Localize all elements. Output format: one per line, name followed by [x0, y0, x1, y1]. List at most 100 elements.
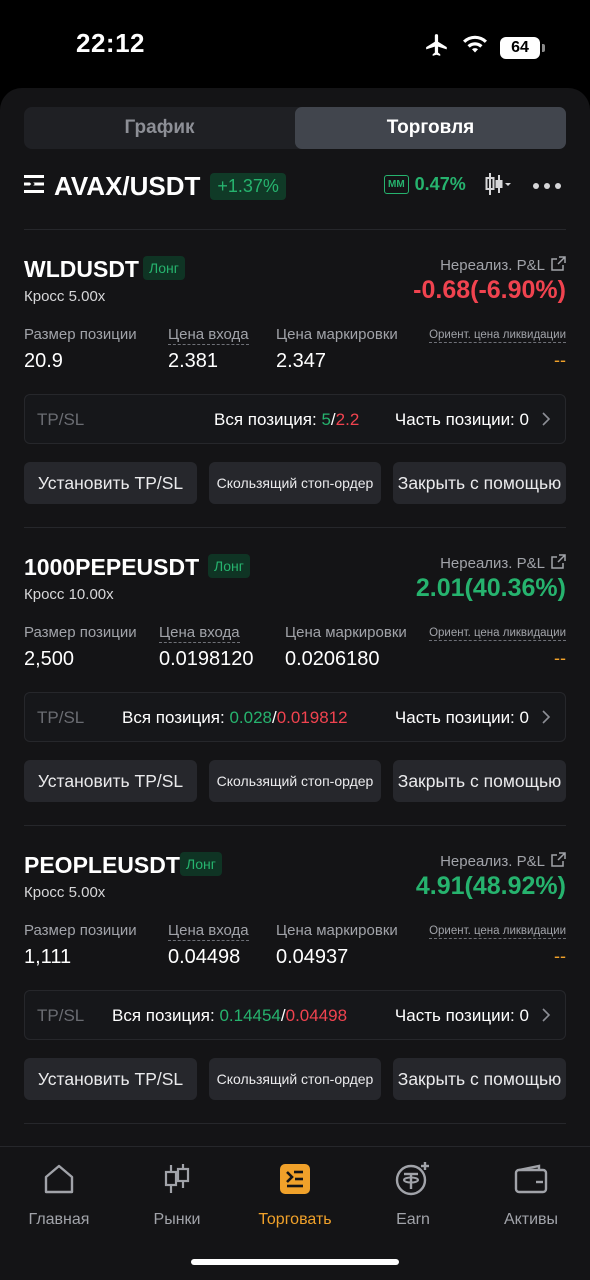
- status-bar: 22:12 64: [0, 0, 590, 88]
- tab-earn[interactable]: Earn: [354, 1157, 472, 1229]
- size-label: Размер позиции: [24, 624, 137, 641]
- tab-trade[interactable]: Торговать: [236, 1157, 354, 1229]
- pair-change-badge: +1.37%: [210, 172, 286, 200]
- position-card: 1000PEPEUSDT Лонг Кросс 10.00x Нереализ.…: [24, 528, 566, 808]
- tab-earn-label: Earn: [396, 1211, 430, 1228]
- status-icons: 64: [424, 32, 545, 63]
- tp-value: 0.028: [229, 708, 272, 727]
- tab-chart[interactable]: График: [24, 107, 295, 149]
- entry-value: 2.381: [168, 350, 219, 372]
- size-label: Размер позиции: [24, 922, 137, 939]
- tpsl-part-value: 0: [519, 1006, 529, 1025]
- mark-label: Цена маркировки: [285, 624, 407, 641]
- candlestick-icon[interactable]: [484, 171, 512, 202]
- more-icon[interactable]: [532, 177, 562, 195]
- tpsl-row[interactable]: TP/SL Вся позиция: 0.14454/0.04498 Часть…: [24, 990, 566, 1040]
- tpsl-part-label: Часть позиции:: [394, 410, 515, 429]
- unrealized-pnl: 4.91(48.92%): [415, 872, 566, 900]
- chevron-right-icon: [541, 1007, 551, 1028]
- menu-icon[interactable]: [24, 174, 46, 199]
- home-indicator[interactable]: [191, 1259, 399, 1265]
- pair-header: AVAX/USDT +1.37% MM 0.47%: [24, 170, 566, 202]
- tpsl-part-label: Часть позиции:: [394, 1006, 515, 1025]
- mm-indicator[interactable]: MM 0.47%: [384, 174, 466, 195]
- tab-assets[interactable]: Активы: [472, 1157, 590, 1229]
- status-time: 22:12: [76, 28, 145, 58]
- tpsl-part-value: 0: [519, 708, 529, 727]
- trade-icon: [236, 1157, 354, 1201]
- mark-value: 0.0206180: [285, 648, 380, 670]
- tp-value: 5: [321, 410, 331, 429]
- margin-mode: Кросс 5.00x: [24, 288, 106, 305]
- close-with-button[interactable]: Закрыть с помощью: [393, 462, 566, 504]
- size-value: 20.9: [24, 350, 63, 372]
- size-value: 2,500: [24, 648, 75, 670]
- tpsl-all: Вся позиция: 0.028/0.019812: [122, 708, 348, 727]
- tab-assets-label: Активы: [503, 1211, 559, 1228]
- tpsl-all-label: Вся позиция:: [214, 410, 317, 429]
- wifi-icon: [462, 34, 488, 61]
- airplane-icon: [424, 32, 450, 63]
- margin-mode: Кросс 10.00x: [24, 586, 114, 603]
- position-symbol[interactable]: WLDUSDT: [24, 256, 139, 283]
- tab-home[interactable]: Главная: [0, 1157, 118, 1229]
- mark-value: 2.347: [276, 350, 327, 372]
- pair-symbol[interactable]: AVAX/USDT: [54, 171, 200, 202]
- tab-home-label: Главная: [28, 1211, 90, 1228]
- position-card: WLDUSDT Лонг Кросс 5.00x Нереализ. P&L -…: [24, 230, 566, 510]
- tab-trade[interactable]: Торговля: [295, 107, 566, 149]
- tpsl-label: TP/SL: [37, 708, 85, 727]
- entry-label[interactable]: Цена входа: [168, 922, 249, 941]
- position-symbol[interactable]: PEOPLEUSDT: [24, 852, 180, 879]
- margin-mode: Кросс 5.00x: [24, 884, 106, 901]
- tpsl-all-label: Вся позиция:: [122, 708, 225, 727]
- trailing-stop-button[interactable]: Скользящий стоп-ордер: [209, 462, 381, 504]
- tpsl-label: TP/SL: [37, 410, 85, 429]
- tpsl-row[interactable]: TP/SL Вся позиция: 0.028/0.019812 Часть …: [24, 692, 566, 742]
- trailing-stop-button[interactable]: Скользящий стоп-ордер: [209, 1058, 381, 1100]
- pnl-label-text: Нереализ. P&L: [440, 555, 545, 572]
- liq-label[interactable]: Ориент. цена ликвидации: [429, 329, 566, 343]
- tpsl-part-label: Часть позиции:: [394, 708, 515, 727]
- set-tpsl-button[interactable]: Установить TP/SL: [24, 1058, 197, 1100]
- liq-label[interactable]: Ориент. цена ликвидации: [429, 925, 566, 939]
- view-switcher: График Торговля: [24, 107, 566, 149]
- tab-markets-label: Рынки: [153, 1211, 201, 1228]
- set-tpsl-button[interactable]: Установить TP/SL: [24, 760, 197, 802]
- pnl-label[interactable]: Нереализ. P&L: [440, 256, 566, 275]
- share-icon[interactable]: [551, 554, 566, 573]
- close-with-button[interactable]: Закрыть с помощью: [393, 1058, 566, 1100]
- share-icon[interactable]: [551, 256, 566, 275]
- entry-label[interactable]: Цена входа: [159, 624, 240, 643]
- position-card: PEOPLEUSDT Лонг Кросс 5.00x Нереализ. P&…: [24, 826, 566, 1106]
- entry-value: 0.0198120: [159, 648, 254, 670]
- close-with-button[interactable]: Закрыть с помощью: [393, 760, 566, 802]
- mark-label: Цена маркировки: [276, 326, 398, 343]
- chevron-right-icon: [541, 411, 551, 432]
- position-symbol[interactable]: 1000PEPEUSDT: [24, 554, 199, 581]
- tpsl-all: Вся позиция: 0.14454/0.04498: [112, 1006, 348, 1025]
- entry-label[interactable]: Цена входа: [168, 326, 249, 345]
- tp-value: 0.14454: [219, 1006, 281, 1025]
- liq-value: --: [554, 350, 566, 370]
- size-label: Размер позиции: [24, 326, 137, 343]
- tpsl-part: Часть позиции: 0: [395, 708, 529, 728]
- tpsl-all: Вся позиция: 5/2.2: [214, 410, 360, 429]
- chevron-right-icon: [541, 709, 551, 730]
- pnl-label[interactable]: Нереализ. P&L: [440, 852, 566, 871]
- liq-label[interactable]: Ориент. цена ликвидации: [429, 627, 566, 641]
- unrealized-pnl: -0.68(-6.90%): [413, 276, 566, 304]
- pnl-label[interactable]: Нереализ. P&L: [440, 554, 566, 573]
- pair-actions: [484, 170, 562, 202]
- tpsl-part-value: 0: [519, 410, 529, 429]
- share-icon[interactable]: [551, 852, 566, 871]
- mm-value: 0.47%: [414, 174, 466, 194]
- tpsl-all-label: Вся позиция:: [112, 1006, 215, 1025]
- trailing-stop-button[interactable]: Скользящий стоп-ордер: [209, 760, 381, 802]
- tab-markets[interactable]: Рынки: [118, 1157, 236, 1229]
- tpsl-row[interactable]: TP/SL Вся позиция: 5/2.2 Часть позиции: …: [24, 394, 566, 444]
- pnl-label-text: Нереализ. P&L: [440, 853, 545, 870]
- pnl-label-text: Нереализ. P&L: [440, 257, 545, 274]
- set-tpsl-button[interactable]: Установить TP/SL: [24, 462, 197, 504]
- candles-icon: [118, 1157, 236, 1201]
